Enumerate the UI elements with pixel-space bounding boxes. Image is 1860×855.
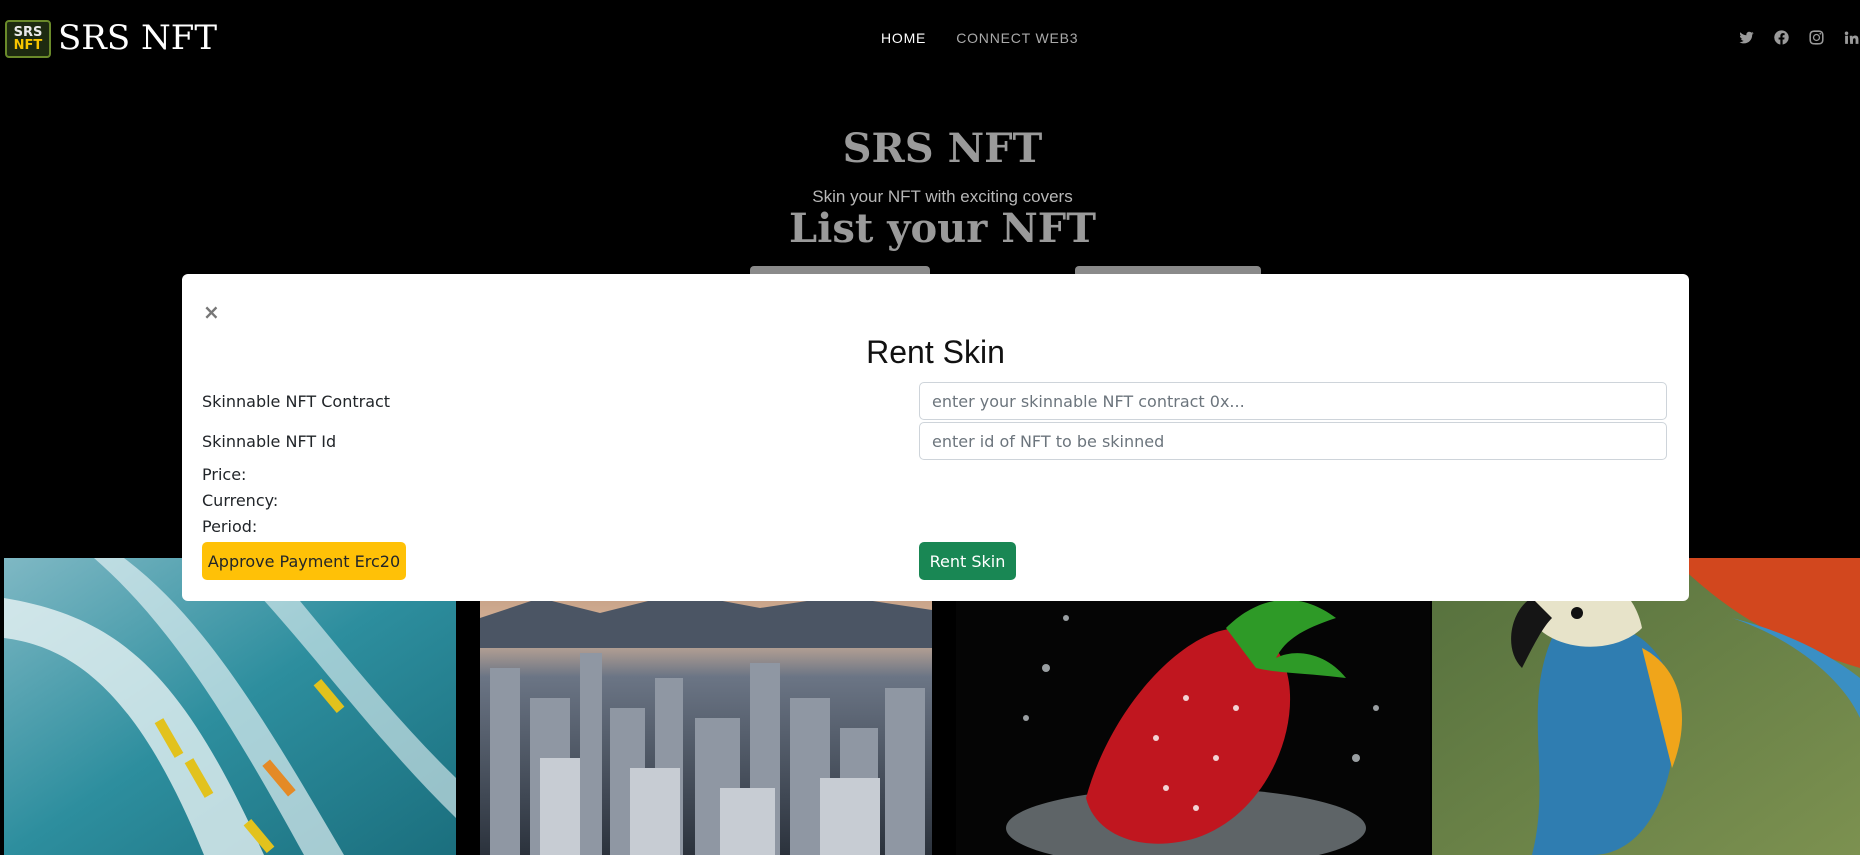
- close-icon[interactable]: ×: [203, 302, 220, 322]
- contract-input[interactable]: [919, 382, 1667, 420]
- rent-skin-modal: × Rent Skin Skinnable NFT Contract Skinn…: [182, 274, 1689, 601]
- approve-payment-button[interactable]: Approve Payment Erc20: [202, 542, 406, 580]
- contract-label: Skinnable NFT Contract: [202, 392, 391, 411]
- rent-skin-button[interactable]: Rent Skin: [919, 542, 1016, 580]
- price-label: Price:: [202, 465, 247, 484]
- nft-id-input[interactable]: [919, 422, 1667, 460]
- nft-id-label: Skinnable NFT Id: [202, 432, 337, 451]
- modal-title: Rent Skin: [866, 334, 1005, 370]
- currency-label: Currency:: [202, 491, 279, 510]
- period-label: Period:: [202, 517, 258, 536]
